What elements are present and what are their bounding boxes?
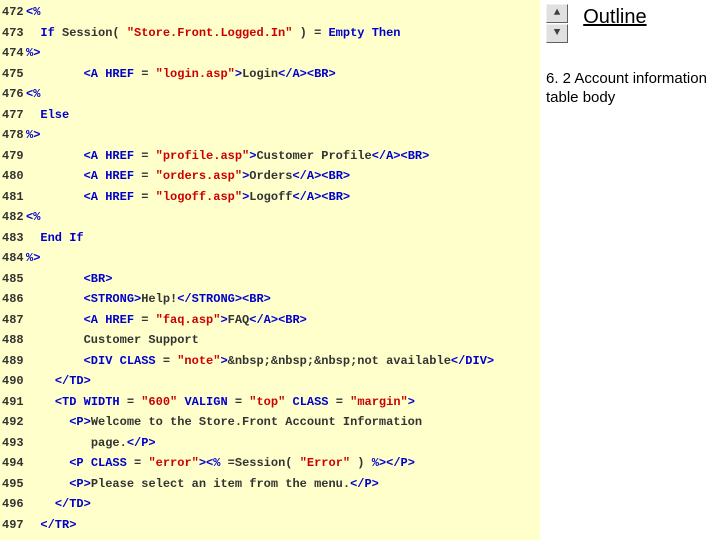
line-number: 488 (0, 333, 26, 347)
code-text: <% (26, 5, 540, 19)
code-line: 483 End If (0, 228, 540, 249)
line-number: 475 (0, 67, 26, 81)
code-text: <STRONG>Help!</STRONG><BR> (26, 292, 540, 306)
code-text: <P CLASS = "error"><% =Session( "Error" … (26, 456, 540, 470)
code-line: 475 <A HREF = "login.asp">Login</A><BR> (0, 64, 540, 85)
line-number: 483 (0, 231, 26, 245)
line-number: 482 (0, 210, 26, 224)
code-line: 477 Else (0, 105, 540, 126)
code-text: Else (26, 108, 540, 122)
code-line: 493 page.</P> (0, 433, 540, 454)
outline-header: ▲ ▼ Outline (546, 4, 714, 48)
code-line: 478%> (0, 125, 540, 146)
outline-panel: ▲ ▼ Outline 6. 2 Account information tab… (540, 0, 720, 540)
line-number: 490 (0, 374, 26, 388)
nav-arrows: ▲ ▼ (546, 4, 568, 44)
line-number: 494 (0, 456, 26, 470)
code-line: 482<% (0, 207, 540, 228)
outline-title[interactable]: Outline (583, 6, 646, 29)
line-number: 486 (0, 292, 26, 306)
code-line: 472<% (0, 2, 540, 23)
code-text: <A HREF = "logoff.asp">Logoff</A><BR> (26, 190, 540, 204)
code-text: <P>Welcome to the Store.Front Account In… (26, 415, 540, 429)
code-line: 494 <P CLASS = "error"><% =Session( "Err… (0, 453, 540, 474)
line-number: 476 (0, 87, 26, 101)
code-line: 485 <BR> (0, 269, 540, 290)
code-line: 488 Customer Support (0, 330, 540, 351)
code-text: <DIV CLASS = "note">&nbsp;&nbsp;&nbsp;no… (26, 354, 540, 368)
line-number: 491 (0, 395, 26, 409)
code-line: 486 <STRONG>Help!</STRONG><BR> (0, 289, 540, 310)
code-line: 490 </TD> (0, 371, 540, 392)
line-number: 485 (0, 272, 26, 286)
code-line: 489 <DIV CLASS = "note">&nbsp;&nbsp;&nbs… (0, 351, 540, 372)
code-text: End If (26, 231, 540, 245)
code-line: 473 If Session( "Store.Front.Logged.In" … (0, 23, 540, 44)
code-line: 497 </TR> (0, 515, 540, 536)
line-number: 481 (0, 190, 26, 204)
line-number: 493 (0, 436, 26, 450)
code-text: <A HREF = "profile.asp">Customer Profile… (26, 149, 540, 163)
line-number: 497 (0, 518, 26, 532)
line-number: 484 (0, 251, 26, 265)
code-line: 476<% (0, 84, 540, 105)
code-text: </TR> (26, 518, 540, 532)
code-line: 487 <A HREF = "faq.asp">FAQ</A><BR> (0, 310, 540, 331)
code-text: </TD> (26, 374, 540, 388)
line-number: 496 (0, 497, 26, 511)
outline-entry[interactable]: 6. 2 Account information table body (546, 70, 714, 108)
main-container: 472<%473 If Session( "Store.Front.Logged… (0, 0, 720, 540)
code-line: 474%> (0, 43, 540, 64)
code-text: <A HREF = "login.asp">Login</A><BR> (26, 67, 540, 81)
line-number: 478 (0, 128, 26, 142)
code-text: <% (26, 87, 540, 101)
code-text: <BR> (26, 272, 540, 286)
code-text: %> (26, 128, 540, 142)
code-line: 492 <P>Welcome to the Store.Front Accoun… (0, 412, 540, 433)
code-line: 479 <A HREF = "profile.asp">Customer Pro… (0, 146, 540, 167)
code-text: page.</P> (26, 436, 540, 450)
code-text: Customer Support (26, 333, 540, 347)
code-text: %> (26, 46, 540, 60)
code-text: <P>Please select an item from the menu.<… (26, 477, 540, 491)
code-text: <TD WIDTH = "600" VALIGN = "top" CLASS =… (26, 395, 540, 409)
line-number: 489 (0, 354, 26, 368)
line-number: 487 (0, 313, 26, 327)
line-number: 480 (0, 169, 26, 183)
prev-arrow-button[interactable]: ▲ (546, 4, 568, 23)
code-text: %> (26, 251, 540, 265)
code-text: <% (26, 210, 540, 224)
line-number: 492 (0, 415, 26, 429)
line-number: 472 (0, 5, 26, 19)
code-text: If Session( "Store.Front.Logged.In" ) = … (26, 26, 540, 40)
code-line: 481 <A HREF = "logoff.asp">Logoff</A><BR… (0, 187, 540, 208)
code-line: 491 <TD WIDTH = "600" VALIGN = "top" CLA… (0, 392, 540, 413)
code-line: 480 <A HREF = "orders.asp">Orders</A><BR… (0, 166, 540, 187)
next-arrow-button[interactable]: ▼ (546, 24, 568, 43)
code-line: 496 </TD> (0, 494, 540, 515)
code-line: 495 <P>Please select an item from the me… (0, 474, 540, 495)
code-text: <A HREF = "orders.asp">Orders</A><BR> (26, 169, 540, 183)
line-number: 474 (0, 46, 26, 60)
code-text: </TD> (26, 497, 540, 511)
code-line: 484%> (0, 248, 540, 269)
line-number: 473 (0, 26, 26, 40)
code-text: <A HREF = "faq.asp">FAQ</A><BR> (26, 313, 540, 327)
line-number: 479 (0, 149, 26, 163)
line-number: 477 (0, 108, 26, 122)
code-panel: 472<%473 If Session( "Store.Front.Logged… (0, 0, 540, 540)
line-number: 495 (0, 477, 26, 491)
